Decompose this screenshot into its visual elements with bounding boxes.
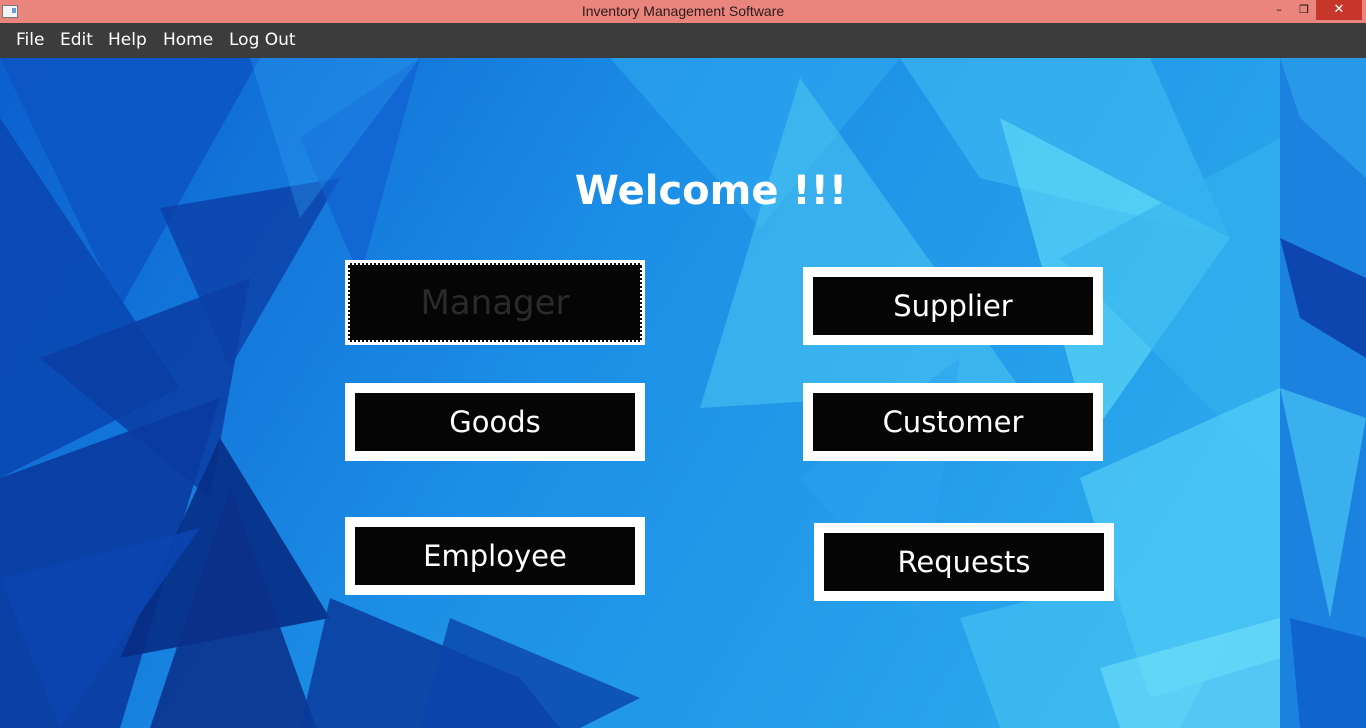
menu-file[interactable]: File (16, 30, 44, 50)
goods-button-label: Goods (355, 393, 635, 451)
close-icon[interactable]: ✕ (1316, 0, 1362, 20)
welcome-heading: Welcome !!! (574, 168, 848, 214)
supplier-button-label: Supplier (813, 277, 1093, 335)
manager-button-label: Manager (348, 263, 642, 342)
menu-edit[interactable]: Edit (60, 30, 93, 50)
window-title: Inventory Management Software (581, 3, 785, 19)
supplier-button[interactable]: Supplier (803, 267, 1103, 345)
manager-button[interactable]: Manager (345, 260, 645, 345)
customer-button-label: Customer (813, 393, 1093, 451)
customer-button[interactable]: Customer (803, 383, 1103, 461)
background-image (0, 58, 1366, 728)
employee-button[interactable]: Employee (345, 517, 645, 595)
menu-home[interactable]: Home (163, 30, 213, 50)
requests-button-label: Requests (824, 533, 1104, 591)
maximize-icon[interactable]: ❐ (1291, 0, 1317, 20)
menu-help[interactable]: Help (108, 30, 147, 50)
window-titlebar: Inventory Management Software – ❐ ✕ (0, 0, 1366, 23)
minimize-icon[interactable]: – (1266, 0, 1292, 20)
employee-button-label: Employee (355, 527, 635, 585)
menu-log-out[interactable]: Log Out (229, 30, 296, 50)
menu-bar: File Edit Help Home Log Out (0, 23, 1366, 58)
goods-button[interactable]: Goods (345, 383, 645, 461)
requests-button[interactable]: Requests (814, 523, 1114, 601)
polygon-background-art (0, 58, 1366, 728)
